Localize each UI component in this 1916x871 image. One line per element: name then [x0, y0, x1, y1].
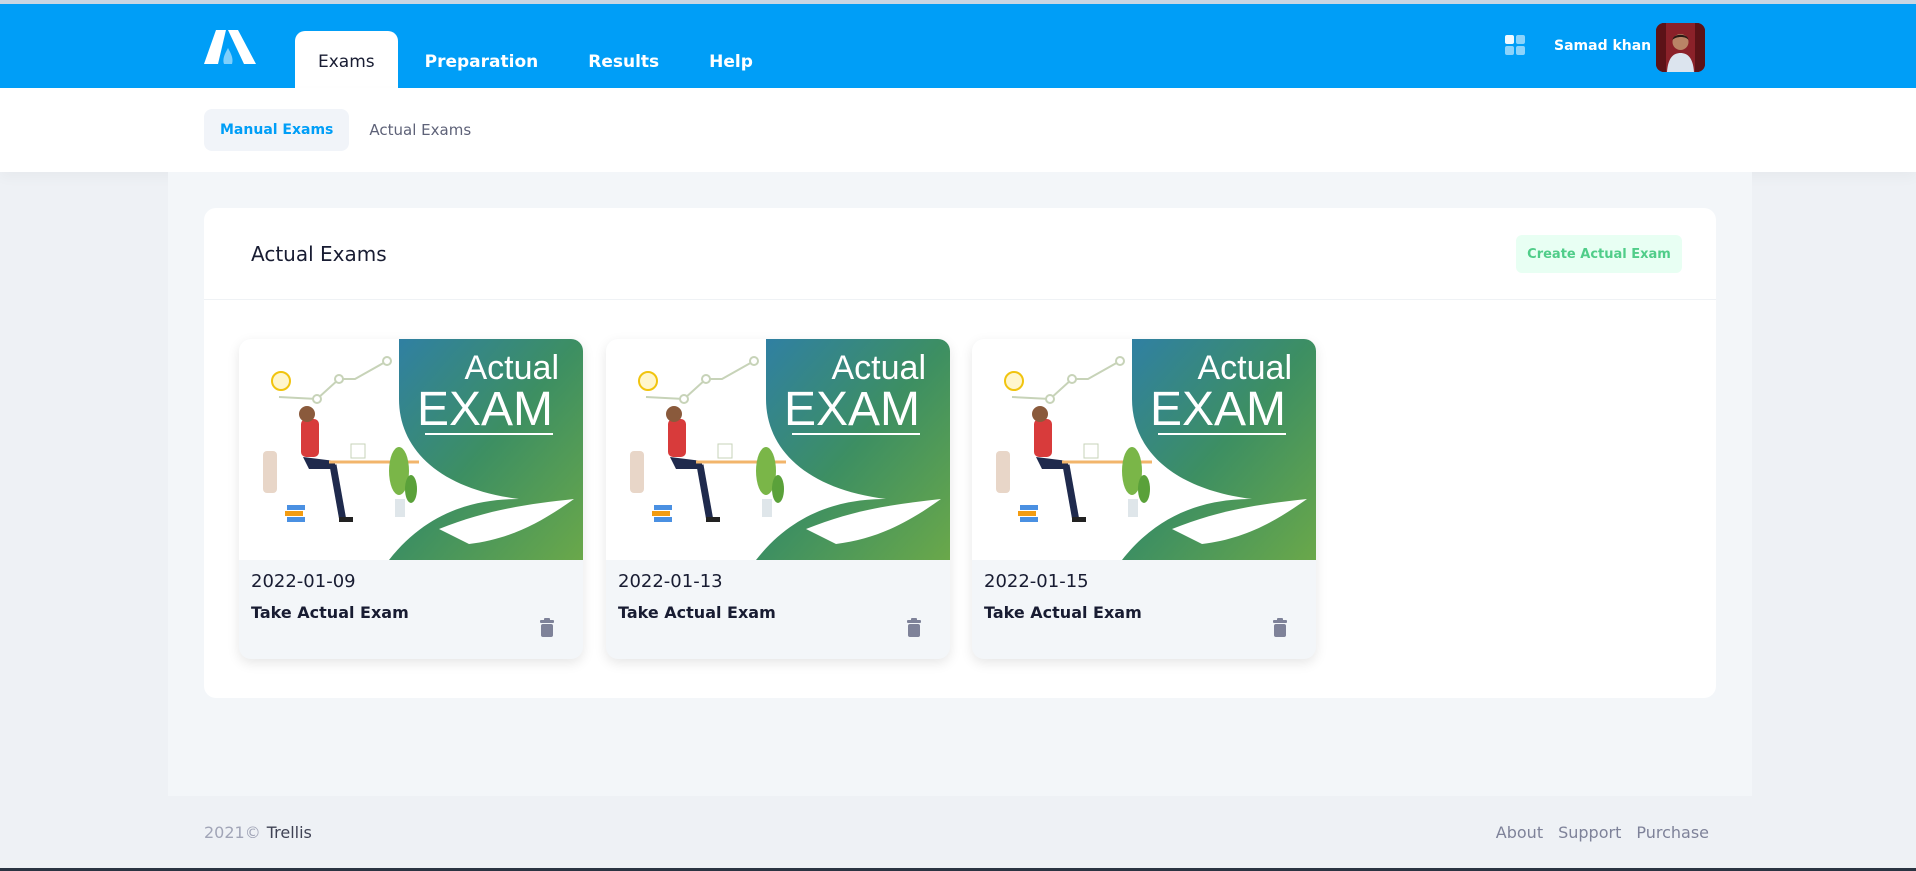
top-header: Exams Preparation Results Help Samad kha…	[0, 4, 1916, 92]
thumbnail-text-actual: Actual	[832, 349, 927, 387]
actual-exams-card: Actual Exams Create Actual Exam Actual E…	[204, 208, 1716, 698]
footer-brand-link[interactable]: Trellis	[267, 823, 312, 842]
nav-tab-help[interactable]: Help	[686, 31, 776, 92]
exam-date: 2022-01-15	[984, 571, 1089, 592]
card-title: Actual Exams	[251, 242, 387, 266]
take-exam-link[interactable]: Take Actual Exam	[251, 603, 409, 622]
subtab-manual-exams[interactable]: Manual Exams	[204, 109, 350, 151]
exam-card[interactable]: Actual EXAM 2022-01-15 Take Actual Exam	[972, 339, 1316, 659]
thumbnail-text-actual: Actual	[465, 349, 560, 387]
nav-tab-results[interactable]: Results	[565, 31, 682, 92]
exam-thumbnail: Actual EXAM	[972, 339, 1316, 560]
nav-tab-exams[interactable]: Exams	[295, 31, 398, 92]
exam-date: 2022-01-13	[618, 571, 723, 592]
thumbnail-text-exam: EXAM	[417, 383, 553, 436]
app-logo[interactable]	[204, 28, 256, 64]
thumbnail-text-exam: EXAM	[784, 383, 920, 436]
nav-tab-preparation[interactable]: Preparation	[402, 31, 562, 92]
thumbnail-text-actual: Actual	[1198, 349, 1293, 387]
footer-copyright: 2021© Trellis	[204, 823, 312, 842]
main-nav: Exams Preparation Results Help	[295, 31, 780, 92]
card-divider	[204, 299, 1716, 300]
subnav-tabs: Manual Exams Actual Exams	[204, 109, 491, 151]
sub-navigation-bar: Manual Exams Actual Exams	[0, 88, 1916, 172]
footer-year: 2021©	[204, 823, 261, 842]
exam-thumbnail: Actual EXAM	[239, 339, 583, 560]
exam-thumbnail: Actual EXAM	[606, 339, 950, 560]
footer-link-purchase[interactable]: Purchase	[1636, 823, 1709, 842]
trash-icon[interactable]	[906, 618, 922, 637]
avatar[interactable]	[1656, 23, 1705, 72]
user-name[interactable]: Samad khan	[1554, 38, 1651, 54]
take-exam-link[interactable]: Take Actual Exam	[984, 603, 1142, 622]
exam-card[interactable]: Actual EXAM 2022-01-13 Take Actual Exam	[606, 339, 950, 659]
apps-grid-icon[interactable]	[1505, 35, 1525, 55]
take-exam-link[interactable]: Take Actual Exam	[618, 603, 776, 622]
subtab-actual-exams[interactable]: Actual Exams	[353, 109, 487, 151]
exam-card[interactable]: Actual EXAM 2022-01-09 Take Actual Exam	[239, 339, 583, 659]
trash-icon[interactable]	[1272, 618, 1288, 637]
exam-date: 2022-01-09	[251, 571, 356, 592]
trash-icon[interactable]	[539, 618, 555, 637]
thumbnail-text-exam: EXAM	[1150, 383, 1286, 436]
create-actual-exam-button[interactable]: Create Actual Exam	[1516, 235, 1682, 273]
footer-links: About Support Purchase	[1496, 823, 1709, 842]
footer-link-support[interactable]: Support	[1558, 823, 1621, 842]
footer-link-about[interactable]: About	[1496, 823, 1543, 842]
